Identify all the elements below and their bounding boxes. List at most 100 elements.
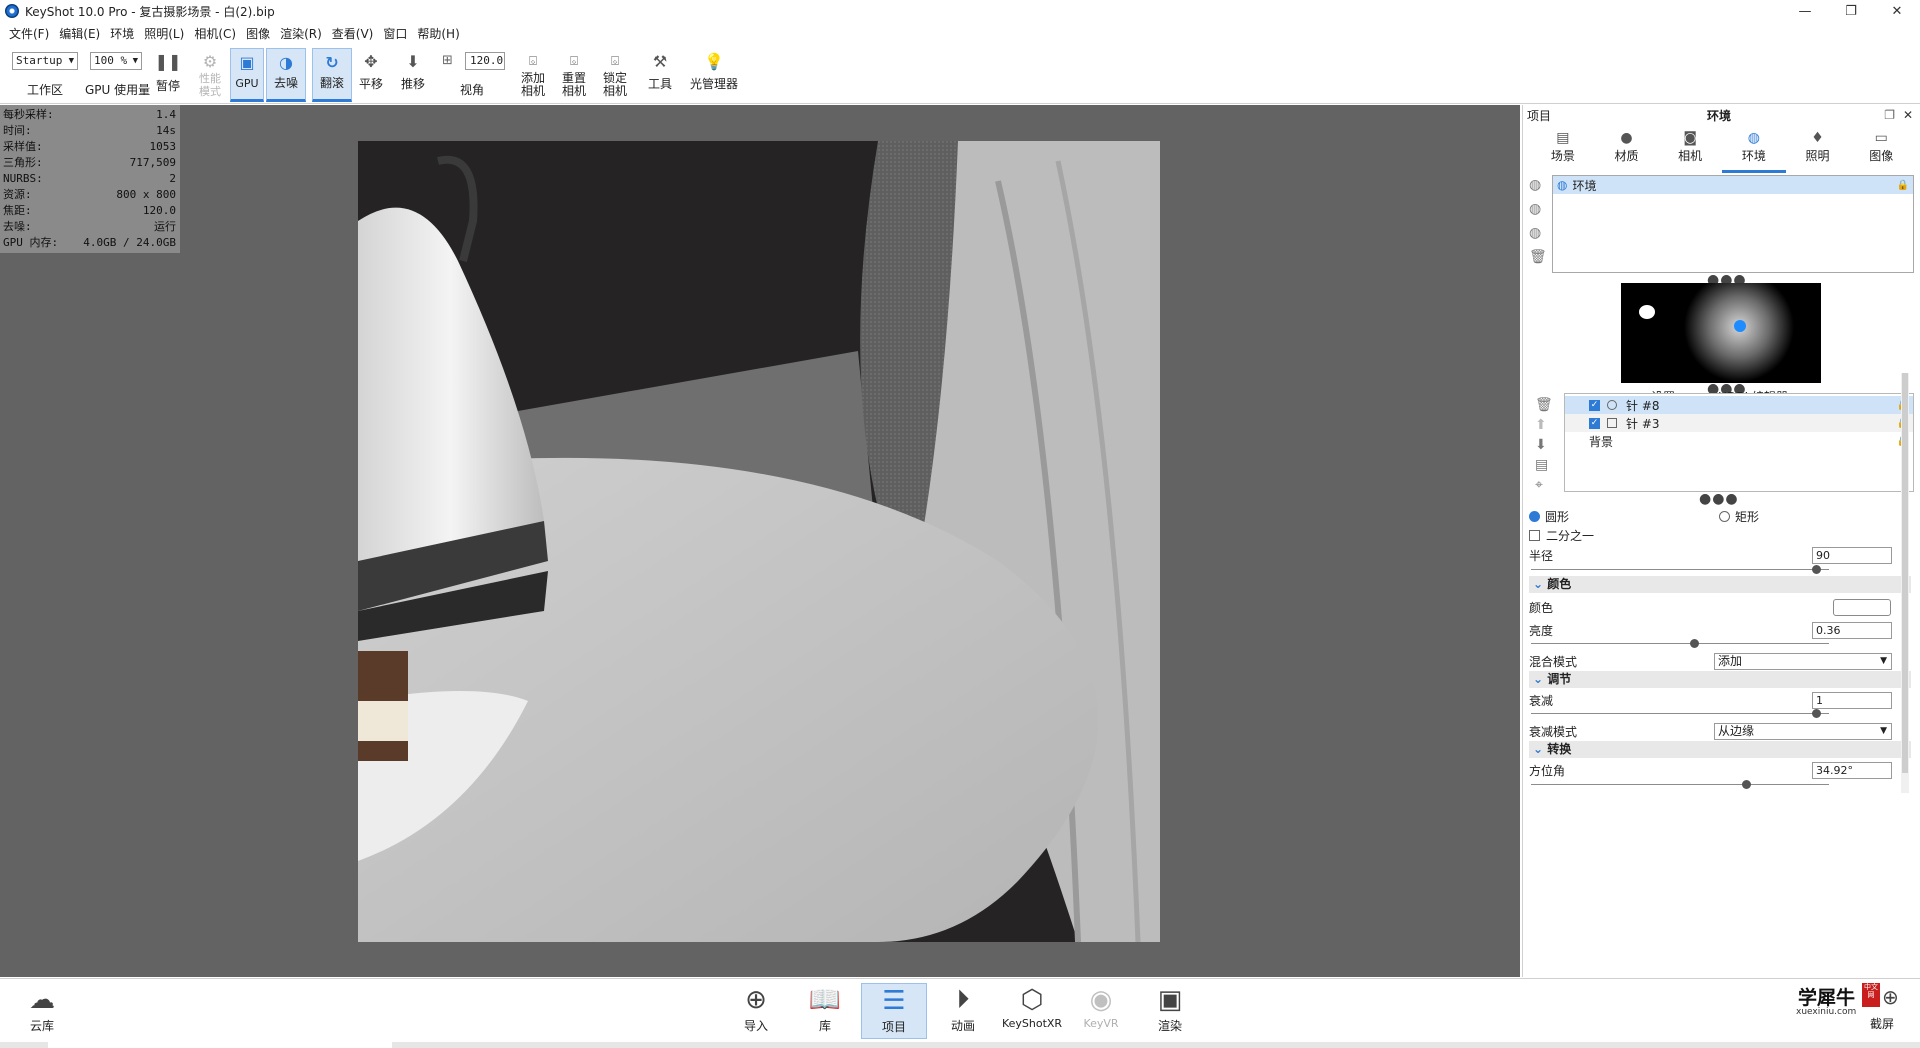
tab-environment[interactable]: ◍ 环境 (1722, 129, 1786, 173)
arrow-up-icon[interactable]: ⬆ (1535, 417, 1553, 433)
gpu-toggle-button[interactable]: ▣ GPU (230, 48, 264, 102)
radius-slider-handle[interactable] (1812, 565, 1821, 574)
stat-row: 每秒采样: 1.4 (3, 108, 176, 121)
chevron-down-icon: ⌄ (1533, 577, 1544, 591)
add-environment-icon[interactable]: ◍ (1529, 177, 1547, 193)
screenshot-icon[interactable]: ⊕ (1882, 985, 1899, 1009)
tab-scene[interactable]: ▤ 场景 (1531, 129, 1595, 173)
menu-view[interactable]: 查看(V) (327, 25, 379, 42)
list-item[interactable]: 背景 🔒 (1565, 432, 1913, 450)
pin-marker-icon[interactable] (1639, 305, 1655, 319)
duplicate-environment-icon[interactable]: ◍ (1529, 201, 1547, 217)
list-item[interactable]: ◍ 环境 🔒 (1553, 176, 1913, 194)
denoise-toggle-button[interactable]: ◑ 去噪 (266, 48, 306, 102)
performance-mode-button[interactable]: ⚙ 性能 模式 (193, 48, 227, 102)
lock-camera-button[interactable]: ⌺ 锁定 相机 (600, 48, 630, 102)
fov-input[interactable]: 120.0 (465, 52, 505, 70)
render-image[interactable] (358, 141, 1160, 942)
screenshot-label[interactable]: 截屏 (1870, 1015, 1894, 1032)
float-panel-icon[interactable]: ❐ (1884, 108, 1895, 122)
color-section-header[interactable]: ⌄ 颜色 (1529, 576, 1911, 593)
copy-environment-icon[interactable]: ◍ (1529, 225, 1547, 241)
blend-mode-select[interactable]: 添加 ▼ (1714, 653, 1892, 670)
pin-selected-marker-icon[interactable] (1734, 320, 1746, 332)
menu-camera[interactable]: 相机(C) (189, 25, 241, 42)
crosshair-icon[interactable]: ⌖ (1535, 477, 1553, 493)
folder-open-icon[interactable]: ▤ (1535, 457, 1553, 473)
hdri-preview[interactable] (1621, 283, 1821, 383)
falloff-input[interactable]: 1 (1812, 692, 1892, 709)
cloud-library-button[interactable]: ☁ 云库 (12, 983, 72, 1039)
half-checkbox[interactable] (1529, 529, 1540, 541)
checkbox-checked-icon[interactable]: ✓ (1589, 399, 1600, 411)
animation-button[interactable]: ⏵ 动画 (930, 983, 996, 1039)
tab-material[interactable]: ● 材质 (1595, 129, 1659, 173)
keyvr-button[interactable]: ◉ KeyVR (1068, 983, 1134, 1039)
radius-input[interactable]: 90 (1812, 547, 1892, 564)
falloff-mode-select[interactable]: 从边缘 ▼ (1714, 723, 1892, 740)
tab-image[interactable]: ▭ 图像 (1849, 129, 1913, 173)
radio-circle-selected[interactable] (1529, 510, 1540, 522)
menu-window[interactable]: 窗口 (378, 25, 412, 42)
menu-environment[interactable]: 环境 (105, 25, 139, 42)
pause-button[interactable]: ❚❚ 暂停 (153, 48, 183, 102)
falloff-slider[interactable] (1531, 713, 1829, 714)
project-button[interactable]: ☰ 项目 (861, 983, 927, 1039)
scrollbar-thumb[interactable] (1902, 373, 1908, 773)
menu-edit[interactable]: 编辑(E) (54, 25, 105, 42)
brightness-slider[interactable] (1531, 643, 1829, 644)
falloff-slider-handle[interactable] (1812, 709, 1821, 718)
arrow-down-icon[interactable]: ⬇ (1535, 437, 1553, 453)
brightness-input[interactable]: 0.36 (1812, 622, 1892, 639)
list-item[interactable]: ✓ 针 #3 🔒 (1565, 414, 1913, 432)
menu-file[interactable]: 文件(F) (4, 25, 54, 42)
bottom-dock: ☁ 云库 ⊕ 导入 📖 库 ☰ 项目 ⏵ 动画 ⬡ KeyShotXR ◉ Ke… (0, 978, 1920, 1042)
transform-section-header[interactable]: ⌄ 转换 (1529, 741, 1911, 758)
tab-camera[interactable]: ◙ 相机 (1658, 129, 1722, 173)
library-button[interactable]: 📖 库 (792, 983, 858, 1039)
status-field (48, 1042, 392, 1048)
azimuth-slider[interactable] (1531, 784, 1829, 785)
import-button[interactable]: ⊕ 导入 (723, 983, 789, 1039)
environment-icon: ◍ (1557, 178, 1568, 192)
book-icon: 📖 (808, 985, 842, 1015)
azimuth-input[interactable]: 34.92° (1812, 762, 1892, 779)
menu-image[interactable]: 图像 (241, 25, 275, 42)
checkbox-checked-icon[interactable]: ✓ (1589, 417, 1600, 429)
lock-icon[interactable]: 🔒 (1897, 180, 1909, 191)
trash-icon[interactable]: 🗑 (1529, 249, 1547, 265)
render-viewport[interactable]: 每秒采样: 1.4 时间: 14s 采样值: 1053 三角形: 717,509 NUR… (0, 105, 1520, 977)
pan-arrows-icon: ✥ (364, 51, 378, 71)
keyshotxr-button[interactable]: ⬡ KeyShotXR (999, 983, 1065, 1039)
radio-rectangle[interactable] (1719, 510, 1730, 522)
brightness-slider-handle[interactable] (1690, 639, 1699, 648)
dolly-button[interactable]: ⬇ 推移 (398, 48, 428, 102)
stat-row: 三角形: 717,509 (3, 156, 176, 169)
radius-slider[interactable] (1531, 569, 1829, 570)
workspace-select[interactable]: Startup ▼ (12, 52, 78, 70)
render-button[interactable]: ▣ 渲染 (1137, 983, 1203, 1039)
list-item[interactable]: ✓ 针 #8 🔒 (1565, 396, 1913, 414)
menu-help[interactable]: 帮助(H) (412, 25, 464, 42)
resize-handle-icon[interactable]: ●●● (1699, 491, 1739, 507)
gpu-usage-select[interactable]: 100 % ▼ (90, 52, 142, 70)
stat-row: GPU 内存: 4.0GB / 24.0GB (3, 236, 176, 249)
minimize-button[interactable]: — (1782, 0, 1828, 22)
azimuth-slider-handle[interactable] (1742, 780, 1751, 789)
maximize-button[interactable]: ❐ (1828, 0, 1874, 22)
color-swatch[interactable] (1833, 599, 1891, 616)
close-panel-icon[interactable]: ✕ (1903, 108, 1913, 122)
panel-scrollbar[interactable] (1901, 373, 1909, 793)
tab-lighting[interactable]: ♦ 照明 (1786, 129, 1850, 173)
adjust-section-header[interactable]: ⌄ 调节 (1529, 671, 1911, 688)
close-button[interactable]: ✕ (1874, 0, 1920, 22)
menu-lighting[interactable]: 照明(L) (139, 25, 189, 42)
reset-camera-button[interactable]: ⌺ 重置 相机 (559, 48, 589, 102)
tumble-button[interactable]: ↻ 翻滚 (312, 48, 352, 102)
add-camera-button[interactable]: ⌺ 添加 相机 (518, 48, 548, 102)
tools-button[interactable]: ⚒ 工具 (645, 48, 675, 102)
menu-render[interactable]: 渲染(R) (275, 25, 327, 42)
light-manager-button[interactable]: 💡 光管理器 (686, 48, 742, 102)
trash-icon[interactable]: 🗑 (1535, 397, 1553, 413)
pan-button[interactable]: ✥ 平移 (356, 48, 386, 102)
